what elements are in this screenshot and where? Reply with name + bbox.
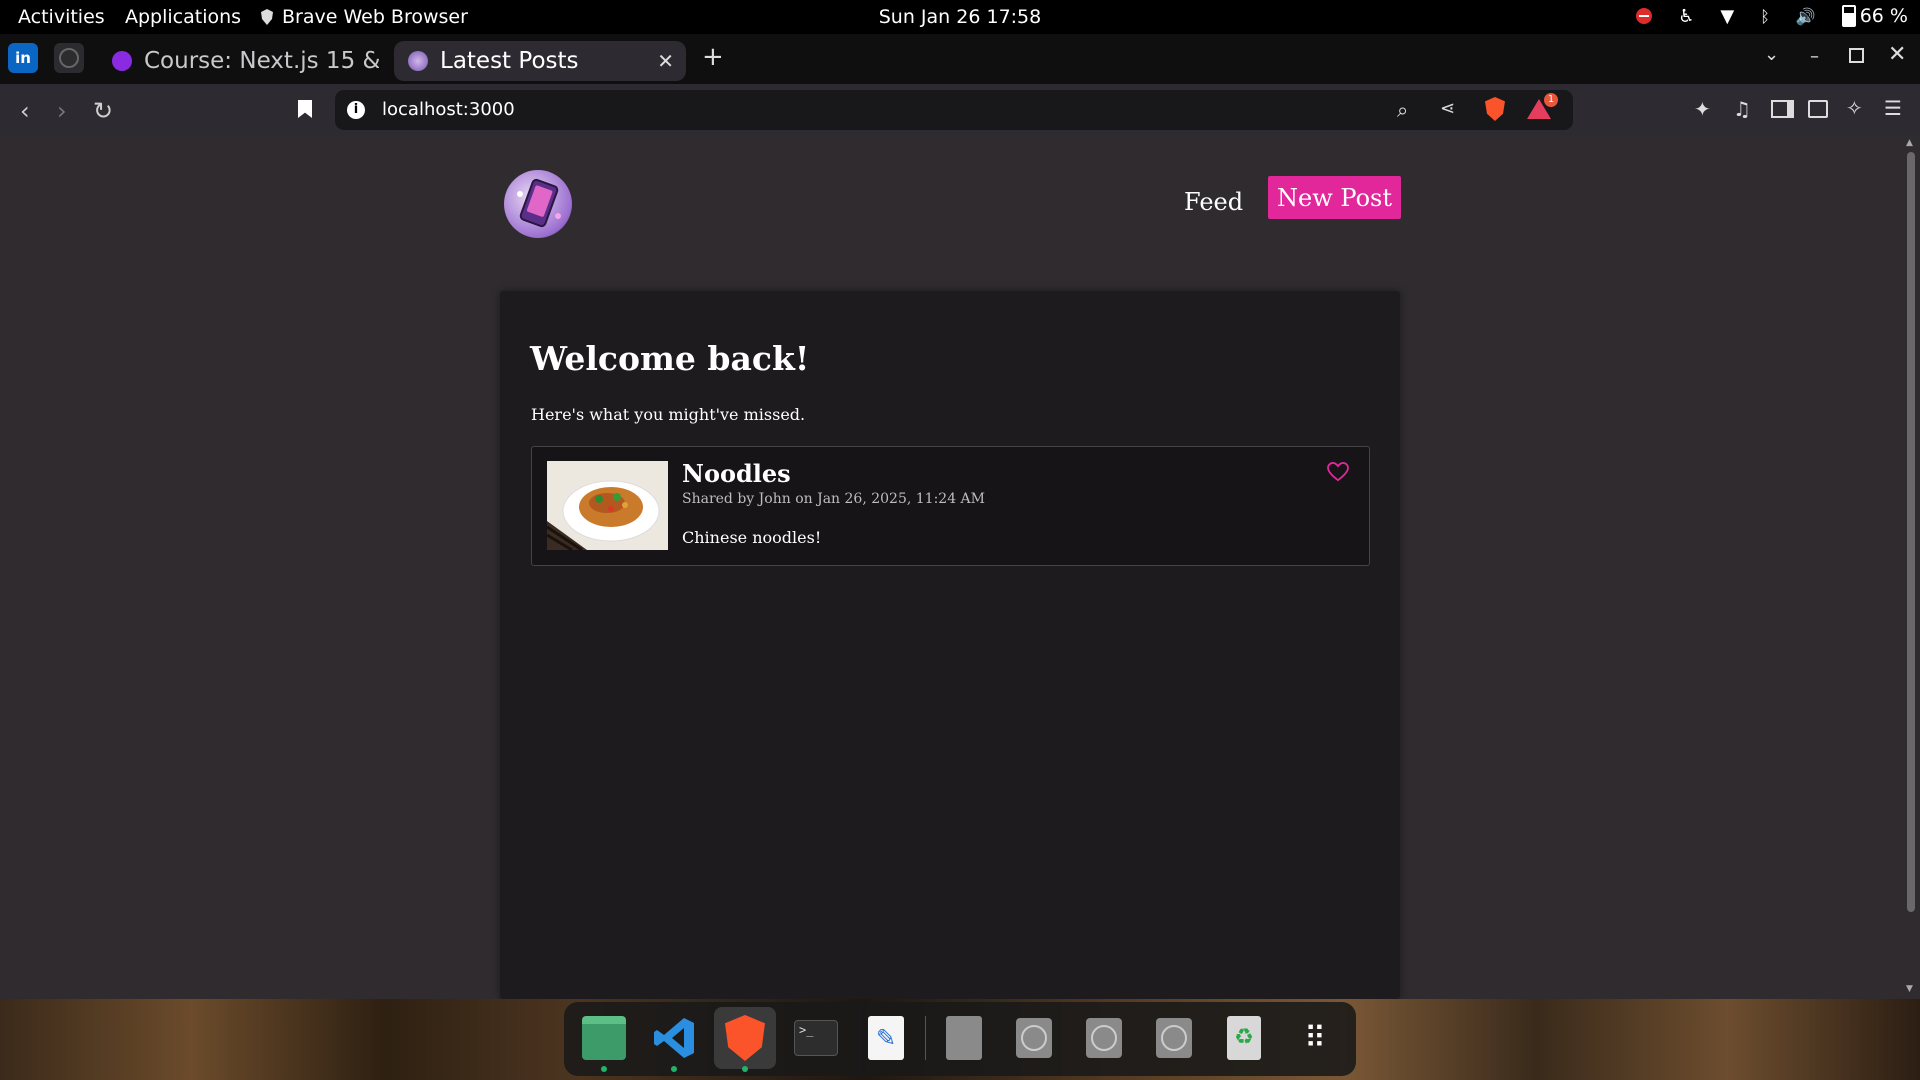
close-window-button[interactable]: ✕ [1888, 42, 1906, 67]
url-field[interactable]: i localhost:3000 ⌕ ⋖ 1 [335, 90, 1573, 130]
site-info-icon[interactable]: i [347, 101, 365, 119]
latest-posts-favicon-icon [408, 51, 428, 71]
clock[interactable]: Sun Jan 26 17:58 [0, 6, 1920, 28]
page-title: Welcome back! [530, 339, 810, 378]
post-card: Noodles Shared by John on Jan 26, 2025, … [531, 446, 1370, 566]
scroll-up-arrow-icon[interactable]: ▲ [1906, 138, 1913, 148]
dock-text-editor[interactable]: ✎ [862, 1014, 910, 1062]
new-post-button[interactable]: New Post [1268, 176, 1401, 219]
menu-icon[interactable]: ☰ [1884, 96, 1902, 120]
drive-icon [946, 1016, 982, 1060]
accessibility-icon: ♿ [1678, 5, 1695, 27]
disc-icon [1156, 1018, 1192, 1058]
battery-indicator: 66 % [1841, 5, 1908, 27]
url-text: localhost:3000 [382, 99, 515, 120]
scroll-down-arrow-icon[interactable]: ▼ [1906, 984, 1913, 994]
restore-button[interactable] [1849, 48, 1864, 63]
disc-icon [1016, 1018, 1052, 1058]
extensions-icon[interactable]: ✦ [1694, 97, 1711, 121]
dock-files[interactable] [580, 1014, 628, 1062]
media-icon[interactable]: ♫ [1733, 97, 1751, 121]
bluetooth-icon: ᛒ [1760, 6, 1770, 26]
terminal-icon: >_ [794, 1020, 838, 1056]
zoom-icon[interactable]: ⌕ [1397, 98, 1408, 122]
scrollbar-thumb[interactable] [1907, 152, 1915, 912]
page-subtitle: Here's what you might've missed. [531, 405, 806, 424]
text-editor-icon: ✎ [868, 1016, 904, 1060]
phone-logo-icon [517, 178, 561, 228]
feed-link[interactable]: Feed [1184, 188, 1243, 216]
back-button[interactable]: ‹ [20, 97, 30, 125]
battery-percent: 66 % [1859, 5, 1908, 27]
pinned-tab-github[interactable] [54, 43, 84, 73]
new-tab-button[interactable]: + [702, 42, 724, 72]
reload-button[interactable]: ↻ [93, 97, 113, 125]
dock-disc-3[interactable] [1150, 1014, 1198, 1062]
page-scrollbar[interactable]: ▲ ▼ [1902, 136, 1920, 999]
wifi-icon: ▼ [1720, 5, 1735, 27]
web-page: Feed New Post Welcome back! Here's what … [0, 136, 1902, 999]
dock: >_ ✎ ♻ ⠿ [564, 1002, 1356, 1076]
tab-course-label: Course: Next.js 15 & R [144, 48, 379, 74]
tab-strip: in Course: Next.js 15 & R Latest Posts ✕… [0, 34, 1920, 84]
system-tray[interactable]: ♿ ▼ ᛒ 🔊 66 % [1636, 5, 1908, 27]
post-body: Chinese noodles! [682, 528, 822, 547]
clock-text: Sun Jan 26 17:58 [878, 6, 1042, 28]
post-image [547, 461, 668, 550]
close-tab-icon[interactable]: ✕ [657, 49, 674, 73]
linkedin-icon: in [15, 49, 31, 67]
volume-icon: 🔊 [1795, 6, 1816, 26]
share-icon[interactable]: ⋖ [1440, 98, 1455, 119]
dock-drive[interactable] [940, 1014, 988, 1062]
post-meta: Shared by John on Jan 26, 2025, 11:24 AM [682, 491, 985, 507]
dock-trash[interactable]: ♻ [1220, 1014, 1268, 1062]
course-favicon-icon [112, 51, 132, 71]
dock-terminal[interactable]: >_ [792, 1014, 840, 1062]
address-bar-row: ‹ › ↻ i localhost:3000 ⌕ ⋖ 1 ✦ ♫ ✧ ☰ [0, 84, 1920, 136]
dock-disc-2[interactable] [1080, 1014, 1128, 1062]
main-panel: Welcome back! Here's what you might've m… [500, 291, 1400, 999]
app-grid-icon: ⠿ [1304, 1020, 1326, 1056]
tab-latest-posts[interactable]: Latest Posts ✕ [394, 41, 686, 81]
dock-separator [925, 1016, 926, 1060]
system-top-bar: Activities Applications Brave Web Browse… [0, 0, 1920, 34]
site-header: Feed New Post [500, 166, 1402, 241]
site-logo[interactable] [504, 170, 572, 238]
github-icon [59, 48, 79, 68]
leo-ai-icon[interactable]: ✧ [1846, 96, 1863, 120]
bookmark-icon[interactable] [298, 100, 312, 118]
post-title: Noodles [682, 459, 791, 488]
running-indicator [601, 1066, 607, 1072]
tab-course[interactable]: Course: Next.js 15 & R [98, 41, 383, 81]
brave-shields-icon[interactable] [1485, 97, 1505, 121]
brave-icon [725, 1015, 765, 1061]
pinned-tab-linkedin[interactable]: in [8, 43, 38, 73]
running-indicator [742, 1066, 748, 1072]
tab-latest-posts-label: Latest Posts [440, 48, 579, 74]
wallet-icon[interactable] [1808, 100, 1828, 118]
trash-icon: ♻ [1227, 1016, 1261, 1060]
battery-icon [1841, 5, 1856, 27]
like-heart-icon[interactable] [1327, 461, 1349, 486]
tab-list-chevron-icon[interactable]: ⌄ [1764, 44, 1779, 65]
dock-show-apps[interactable]: ⠿ [1290, 1014, 1338, 1062]
do-not-disturb-icon [1636, 8, 1653, 24]
files-icon [582, 1016, 626, 1060]
forward-button[interactable]: › [57, 97, 67, 125]
sidebar-icon[interactable] [1771, 100, 1794, 118]
dock-brave[interactable] [714, 1007, 776, 1069]
running-indicator [671, 1066, 677, 1072]
dock-vscode[interactable] [650, 1014, 698, 1062]
minimize-button[interactable]: – [1810, 46, 1819, 67]
disc-icon [1086, 1018, 1122, 1058]
rewards-badge: 1 [1544, 93, 1558, 107]
dock-disc-1[interactable] [1010, 1014, 1058, 1062]
vscode-icon [654, 1018, 694, 1058]
